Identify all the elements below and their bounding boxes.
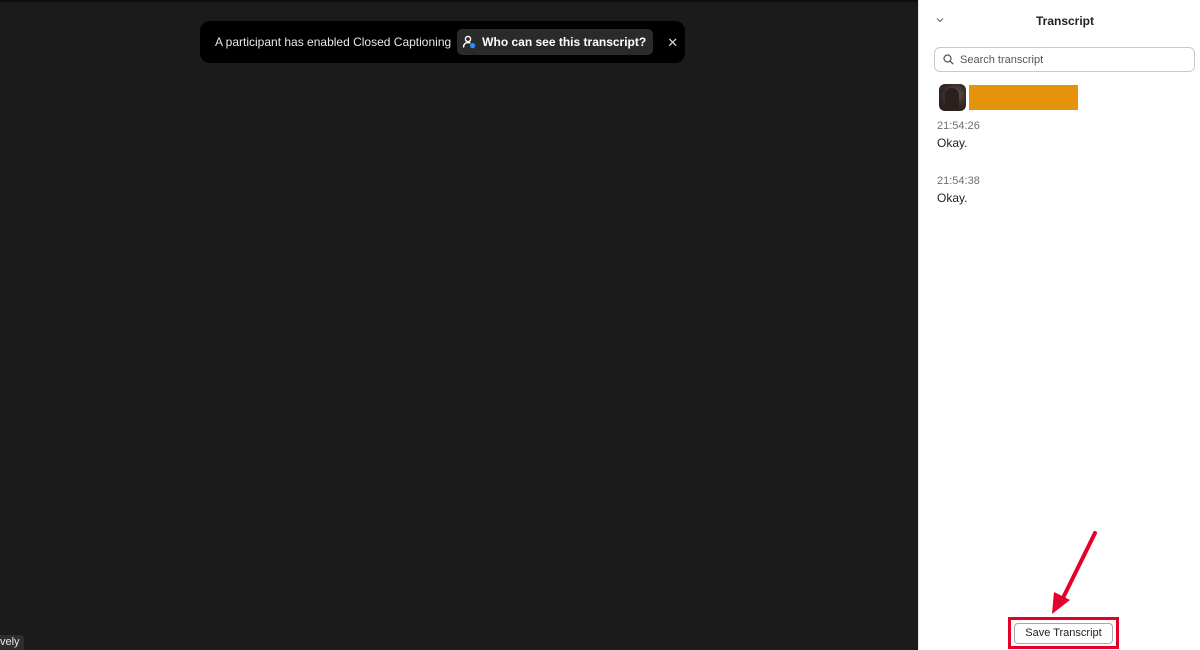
close-icon[interactable]: ✕	[667, 36, 678, 49]
transcript-entry: 21:54:26 Okay.	[937, 120, 980, 150]
video-area: A participant has enabled Closed Caption…	[0, 0, 918, 650]
person-visibility-icon	[462, 35, 476, 49]
panel-title: Transcript	[1035, 14, 1095, 28]
entry-text: Okay.	[937, 191, 968, 205]
panel-divider	[918, 0, 919, 650]
notice-text: A participant has enabled Closed Caption…	[215, 35, 452, 49]
avatar	[939, 84, 966, 111]
entry-timestamp: 21:54:26	[937, 120, 980, 132]
app-window: A participant has enabled Closed Caption…	[0, 0, 1200, 650]
arrow-annotation-icon	[1052, 531, 1097, 614]
who-can-see-transcript-button[interactable]: Who can see this transcript?	[457, 29, 654, 55]
search-icon	[943, 54, 954, 65]
speaker-row	[939, 84, 1078, 111]
entry-timestamp: 21:54:38	[937, 175, 980, 187]
who-can-see-label: Who can see this transcript?	[482, 35, 647, 49]
save-transcript-highlight: Save Transcript	[1008, 617, 1119, 649]
video-top-edge	[0, 0, 918, 2]
search-box[interactable]	[934, 47, 1195, 72]
transcript-entry: 21:54:38 Okay.	[937, 175, 980, 205]
entry-text: Okay.	[937, 136, 968, 150]
captioning-notice: A participant has enabled Closed Caption…	[200, 21, 685, 63]
participant-name-tag: vely	[0, 635, 24, 650]
speaker-name-redacted	[969, 85, 1078, 110]
transcript-panel: Transcript 21:54:26 Okay. 21:54:38 Okay.…	[918, 0, 1200, 650]
search-input[interactable]	[960, 53, 1180, 66]
save-transcript-button[interactable]: Save Transcript	[1014, 622, 1113, 644]
